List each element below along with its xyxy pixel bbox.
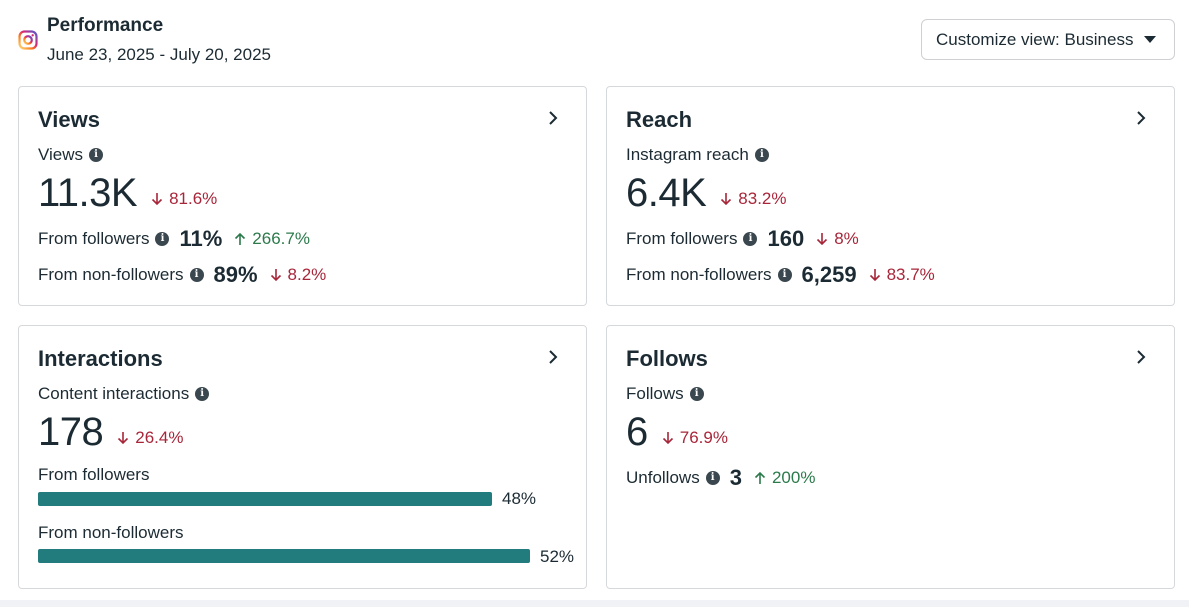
change-value: 8.2% xyxy=(287,265,327,284)
instagram-icon xyxy=(18,30,38,50)
change-value: 26.4% xyxy=(135,428,184,447)
followers-bar-percent: 48% xyxy=(502,489,537,508)
metric-label-text: Instagram reach xyxy=(626,145,749,164)
info-icon[interactable]: i xyxy=(689,387,704,401)
metric-value: 6 xyxy=(626,410,648,454)
row-label: From followers xyxy=(38,229,150,248)
arrow-down-icon xyxy=(817,233,828,246)
non-followers-bar-fill xyxy=(38,549,530,563)
row-label: Unfollows xyxy=(626,468,700,487)
metric-label: Follows i xyxy=(626,384,704,404)
follows-card[interactable]: Follows Follows i 6 76.9% Unfollows i 3 … xyxy=(606,325,1175,589)
followers-row: From followers i 160 8% xyxy=(626,226,859,252)
non-followers-row: From non-followers i 89% 8.2% xyxy=(38,262,326,288)
info-icon[interactable]: i xyxy=(743,232,758,246)
info-icon[interactable]: i xyxy=(89,148,104,162)
change-badge: 76.9% xyxy=(662,428,728,448)
row-label: From followers xyxy=(626,229,738,248)
info-icon[interactable]: i xyxy=(155,232,170,246)
card-title: Follows xyxy=(626,346,708,371)
card-title: Views xyxy=(38,107,100,132)
metric-label: Instagram reach i xyxy=(626,145,769,165)
views-card[interactable]: Views Views i 11.3K 81.6% From followers… xyxy=(18,86,587,306)
change-value: 200% xyxy=(771,468,816,487)
row-label: From non-followers xyxy=(626,265,772,284)
row-label: From non-followers xyxy=(38,265,184,284)
change-badge: 83.7% xyxy=(869,265,935,285)
chevron-right-icon[interactable] xyxy=(1136,111,1146,125)
followers-bar xyxy=(38,492,558,506)
non-followers-bar xyxy=(38,549,558,563)
card-title: Reach xyxy=(626,107,693,132)
change-value: 8% xyxy=(834,229,859,248)
metric-value-row: 11.3K 81.6% xyxy=(38,171,217,216)
arrow-down-icon xyxy=(270,269,281,282)
metric-label-text: Follows xyxy=(626,384,684,403)
metric-value: 178 xyxy=(38,410,104,454)
change-badge: 8% xyxy=(816,229,859,249)
non-followers-bar-label: From non-followers xyxy=(38,523,184,542)
row-value: 3 xyxy=(729,465,742,490)
customize-view-dropdown[interactable]: Customize view: Business xyxy=(921,19,1175,60)
change-value: 76.9% xyxy=(679,428,728,447)
arrow-down-icon xyxy=(151,193,163,206)
non-followers-bar-percent: 52% xyxy=(540,547,575,566)
arrow-up-icon xyxy=(235,232,246,245)
reach-card[interactable]: Reach Instagram reach i 6.4K 83.2% From … xyxy=(606,86,1175,306)
chevron-right-icon[interactable] xyxy=(1136,350,1146,364)
metric-label-text: Content interactions xyxy=(38,384,190,403)
change-value: 83.7% xyxy=(886,265,935,284)
info-icon[interactable]: i xyxy=(754,148,769,162)
arrow-down-icon xyxy=(721,193,732,206)
row-value: 89% xyxy=(213,262,258,287)
row-value: 6,259 xyxy=(801,262,857,287)
followers-bar-fill xyxy=(38,492,492,506)
arrow-down-icon xyxy=(662,432,673,445)
change-badge: 8.2% xyxy=(270,265,327,285)
row-value: 11% xyxy=(179,226,223,251)
info-icon[interactable]: i xyxy=(705,471,720,485)
change-badge: 200% xyxy=(754,468,815,488)
metric-value-row: 6.4K 83.2% xyxy=(626,171,787,216)
change-badge: 26.4% xyxy=(117,428,183,448)
arrow-down-icon xyxy=(869,269,880,282)
customize-view-label: Customize view: Business xyxy=(936,29,1134,49)
change-badge: 266.7% xyxy=(234,229,310,249)
info-icon[interactable]: i xyxy=(195,387,210,401)
change-value: 83.2% xyxy=(738,189,787,208)
metric-label: Views i xyxy=(38,145,104,165)
interactions-card[interactable]: Interactions Content interactions i 178 … xyxy=(18,325,587,589)
metric-label: Content interactions i xyxy=(38,384,210,404)
page-title: Performance xyxy=(47,15,164,36)
non-followers-row: From non-followers i 6,259 83.7% xyxy=(626,262,935,288)
unfollows-row: Unfollows i 3 200% xyxy=(626,465,815,491)
row-value: 160 xyxy=(767,226,805,251)
change-badge: 81.6% xyxy=(151,189,217,209)
date-range: June 23, 2025 - July 20, 2025 xyxy=(47,45,271,64)
arrow-up-icon xyxy=(754,471,766,484)
metric-value: 6.4K xyxy=(626,171,707,215)
info-icon[interactable]: i xyxy=(189,268,204,282)
chevron-right-icon[interactable] xyxy=(548,350,558,364)
change-badge: 83.2% xyxy=(720,189,787,209)
change-value: 81.6% xyxy=(169,189,218,208)
chevron-right-icon[interactable] xyxy=(548,111,558,125)
performance-header: Performance June 23, 2025 - July 20, 202… xyxy=(18,14,1175,64)
page-bottom-edge xyxy=(0,600,1189,607)
change-value: 266.7% xyxy=(252,229,310,248)
metric-value-row: 178 26.4% xyxy=(38,410,183,455)
followers-row: From followers i 11% 266.7% xyxy=(38,226,310,252)
metric-label-text: Views xyxy=(38,145,84,164)
info-icon[interactable]: i xyxy=(777,268,792,282)
followers-bar-label: From followers xyxy=(38,465,150,484)
metric-value: 11.3K xyxy=(38,171,138,215)
metric-value-row: 6 76.9% xyxy=(626,410,728,455)
arrow-down-icon xyxy=(118,432,129,445)
card-title: Interactions xyxy=(38,346,163,371)
caret-down-icon xyxy=(1144,36,1156,43)
